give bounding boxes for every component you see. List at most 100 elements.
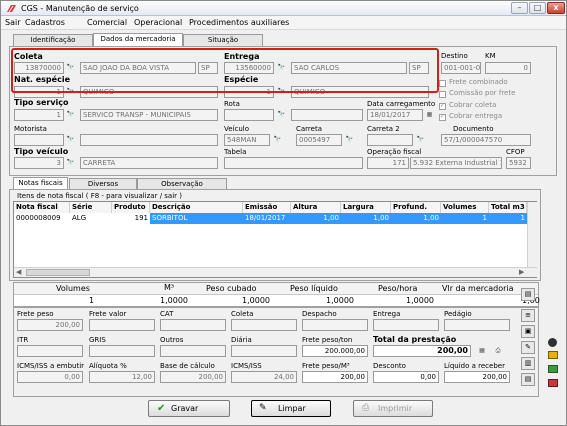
comissao-frete-checkbox[interactable] [439, 91, 446, 98]
gris-label: GRIS [89, 336, 106, 344]
carreta2-lookup-icon[interactable]: 🔭 [415, 134, 426, 146]
list-icon[interactable]: ≡ [521, 309, 535, 322]
nf-header[interactable]: Nota fiscal [14, 202, 70, 213]
summary-header: Peso/hora [378, 284, 418, 293]
rota-lookup-icon[interactable]: 🔭 [276, 109, 287, 121]
clipboard-icon[interactable]: ▤ [521, 373, 535, 386]
nf-header[interactable]: Altura [291, 202, 341, 213]
scroll-thumb[interactable] [26, 269, 90, 276]
cobrar-coleta-checkbox[interactable] [439, 102, 446, 110]
nf-header[interactable]: Emissão [243, 202, 291, 213]
minimize-button[interactable]: – [511, 2, 528, 14]
calc-icon[interactable]: ▦ [475, 345, 489, 357]
rota-code-field[interactable] [224, 109, 274, 121]
nf-header[interactable]: Produto [112, 202, 150, 213]
cat-field[interactable] [160, 319, 226, 331]
itr-field[interactable] [17, 345, 83, 357]
total-prestacao-field[interactable]: 200,00 [373, 345, 471, 357]
summary-grid: Volumes M³ Peso cubado Peso líquido Peso… [13, 282, 540, 307]
carreta-lookup-icon[interactable]: 🔭 [344, 134, 355, 146]
edit-icon[interactable]: ✎ [521, 341, 535, 354]
exit-icon[interactable] [548, 379, 558, 387]
icms-embutir-field[interactable]: 0,00 [17, 371, 83, 383]
table-row[interactable]: 0000008009 ALG 191 SORBITOL 18/01/2017 1… [14, 213, 527, 224]
nf-header[interactable]: Profund. [391, 202, 441, 213]
destino-field[interactable]: 001-001-001 [441, 62, 481, 74]
frete-valor-field[interactable] [89, 319, 155, 331]
summary-header: Volumes [56, 284, 90, 293]
close-button[interactable]: x [547, 2, 565, 14]
outros-field[interactable] [160, 345, 226, 357]
tipo-veiculo-code-field[interactable]: 3 [14, 157, 64, 169]
gravar-button[interactable]: ✔ Gravar [148, 400, 230, 417]
tabela-field[interactable] [224, 157, 363, 169]
operacao-fiscal-code-field[interactable]: 171 [367, 157, 409, 169]
table-icon[interactable]: ▥ [521, 357, 535, 370]
motorista-lookup-icon[interactable]: 🔭 [65, 134, 76, 146]
rota-field[interactable] [291, 109, 363, 121]
tab-identificacao[interactable]: Identificação [13, 34, 93, 46]
tipo-veiculo-field[interactable]: CARRETA [80, 157, 218, 169]
frete-peso-m3-field[interactable]: 200,00 [302, 371, 368, 383]
operacao-fiscal-field[interactable]: 5.932 Externa Industrial 12% [410, 157, 502, 169]
folder-icon[interactable] [548, 351, 558, 359]
calendar-icon[interactable]: ▦ [424, 109, 435, 121]
liquido-receber-field[interactable]: 200,00 [444, 371, 510, 383]
summary-value: 1,0000 [242, 296, 270, 305]
base-calculo-label: Base de cálculo [160, 362, 215, 370]
frete-peso-ton-field[interactable]: 200.000,00 [302, 345, 368, 357]
horizontal-scrollbar[interactable]: ◀ ▶ [14, 267, 537, 277]
tipo-servico-code-field[interactable]: 1 [14, 109, 64, 121]
documento-field[interactable]: 57/1/000047570 [441, 134, 531, 146]
menu-procedimentos[interactable]: Procedimentos auxiliares [189, 18, 289, 27]
nf-cell-selected: 1,00 [341, 213, 391, 224]
vertical-scrollbar[interactable] [527, 202, 537, 268]
base-calculo-field[interactable]: 200,00 [160, 371, 226, 383]
motorista-code-field[interactable] [14, 134, 64, 146]
pedagio-field[interactable] [444, 319, 510, 331]
gris-field[interactable] [89, 345, 155, 357]
veiculo-lookup-icon[interactable]: 🔭 [272, 134, 283, 146]
menu-operacional[interactable]: Operacional [134, 18, 182, 27]
motorista-field[interactable] [80, 134, 218, 146]
diaria-field[interactable] [231, 345, 297, 357]
maximize-button[interactable]: □ [529, 2, 546, 14]
imprimir-button[interactable]: ⎙ Imprimir [353, 400, 433, 417]
nf-header[interactable]: Descrição [150, 202, 243, 213]
data-carregamento-field[interactable]: 18/01/2017 [367, 109, 423, 121]
frete-peso-m3-label: Frete peso/M³ [302, 362, 350, 370]
nf-header[interactable]: Série [70, 202, 112, 213]
menu-sair[interactable]: Sair [5, 18, 21, 27]
tipo-servico-lookup-icon[interactable]: 🔭 [65, 109, 76, 121]
chart-icon[interactable] [548, 365, 558, 373]
tab-dados-mercadoria[interactable]: Dados da mercadoria [93, 33, 183, 46]
aliquota-field[interactable]: 12,00 [89, 371, 155, 383]
menu-comercial[interactable]: Comercial [87, 18, 127, 27]
carreta-field[interactable]: 0005497 [296, 134, 342, 146]
cfop-label: CFOP [506, 148, 525, 156]
frete-peso-field[interactable]: 200,00 [17, 319, 83, 331]
nf-header[interactable]: Total m3 [489, 202, 527, 213]
menu-cadastros[interactable]: Cadastros [25, 18, 65, 27]
nf-header[interactable]: Volumes [441, 202, 489, 213]
limpar-button[interactable]: ✎ Limpar [251, 400, 331, 417]
entrega-valor-field[interactable] [373, 319, 439, 331]
desconto-field[interactable]: 0,00 [373, 371, 439, 383]
document-icon[interactable]: ▣ [521, 325, 535, 338]
print-preview-icon[interactable]: ⎙ [491, 345, 505, 357]
cobrar-entrega-checkbox[interactable] [439, 113, 446, 121]
coleta-valor-field[interactable] [231, 319, 297, 331]
tab-situacao[interactable]: Situação [183, 34, 263, 46]
tipo-veiculo-lookup-icon[interactable]: 🔭 [65, 157, 76, 169]
veiculo-field[interactable]: 548MAN [224, 134, 270, 146]
despacho-field[interactable] [302, 319, 368, 331]
summary-header: Vlr da mercadoria [442, 284, 514, 293]
km-field[interactable]: 0 [485, 62, 531, 74]
carreta2-field[interactable] [367, 134, 413, 146]
cfop-field[interactable]: 5932 [506, 157, 531, 169]
nf-header[interactable]: Largura [341, 202, 391, 213]
icms-iss-field[interactable]: 24,00 [231, 371, 297, 383]
frete-combinado-checkbox[interactable] [439, 80, 446, 87]
calculator-icon[interactable]: ▤ [521, 288, 535, 301]
tipo-servico-field[interactable]: SERVICO TRANSP - MUNICIPAIS [80, 109, 218, 121]
